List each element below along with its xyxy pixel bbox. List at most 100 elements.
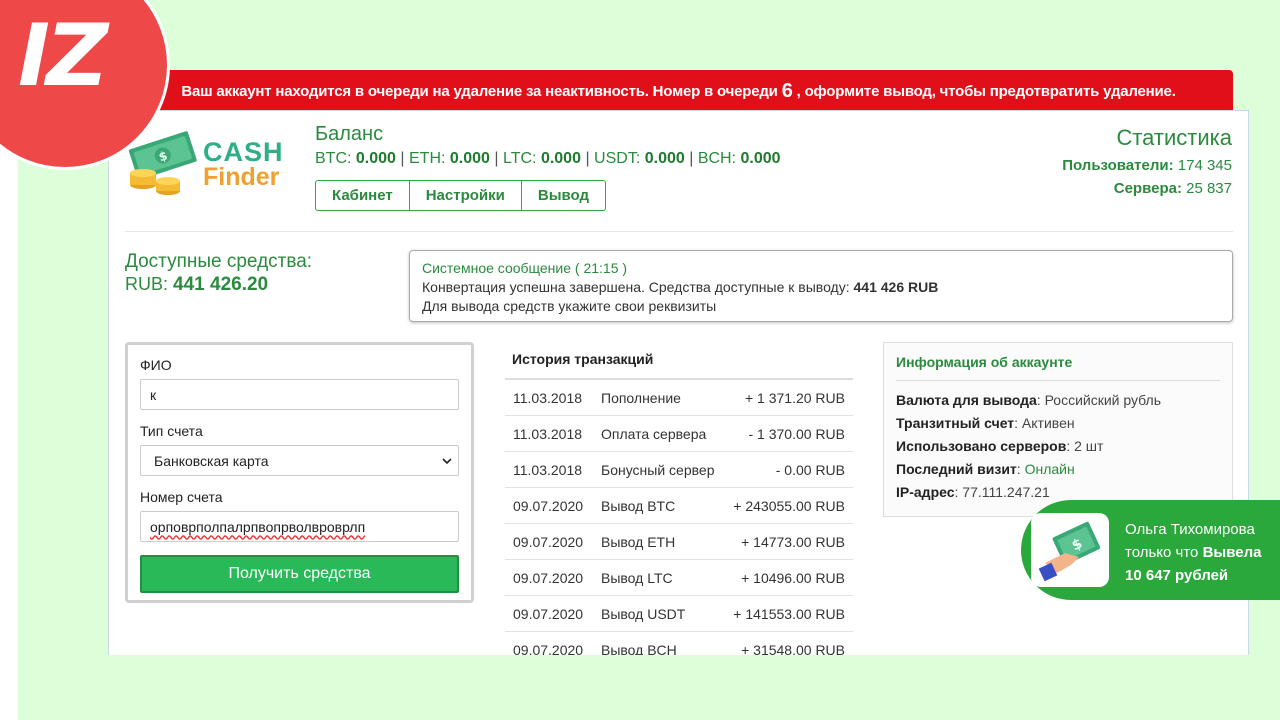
account-number-input[interactable]: орповрполпалрпвопрволвроврлп [140, 511, 459, 542]
system-message-header: Системное сообщение ( 21:15 ) [422, 259, 1220, 278]
online-status: Онлайн [1024, 461, 1075, 477]
tx-type: Оплата сервера [601, 425, 707, 442]
tx-type: Вывод BCH [601, 641, 677, 656]
ltc-value: 0.000 [540, 150, 581, 167]
account-visit-row: Последний визит: Онлайн [896, 458, 1220, 481]
tx-amount: + 10496.00 RUB [741, 569, 845, 586]
chevron-down-icon [442, 457, 452, 464]
account-servers-value: : 2 шт [1066, 438, 1104, 454]
eth-value: 0.000 [449, 150, 490, 167]
table-row: 09.07.2020 Вывод ETH + 14773.00 RUB [505, 524, 853, 560]
ltc-label: LTC: [503, 150, 541, 167]
account-currency-value: : Российский рубль [1036, 392, 1162, 408]
statistics-title: Статистика [1116, 125, 1232, 150]
users-count: 174 345 [1177, 157, 1232, 174]
system-message-title: Системное сообщение [422, 260, 572, 276]
available-funds-label: Доступные средства: [125, 251, 313, 272]
btc-value: 0.000 [355, 150, 396, 167]
notification-name: Ольга Тихомирова [1125, 521, 1255, 538]
btc-label: BTC: [315, 150, 356, 167]
withdraw-button[interactable]: Вывод [522, 181, 605, 210]
tx-amount: + 14773.00 RUB [741, 533, 845, 550]
tx-date: 09.07.2020 [513, 533, 584, 550]
withdrawal-notification[interactable]: $ Ольга Тихомирова только что Вывела 10 … [1021, 500, 1280, 600]
tx-date: 09.07.2020 [513, 497, 584, 514]
cash-finder-logo[interactable]: $ CASH Finder [127, 129, 287, 204]
users-label: Пользователи: [1062, 157, 1174, 174]
alert-text-before: Ваш аккаунт находится в очереди на удале… [181, 82, 778, 100]
header-divider [125, 231, 1233, 232]
statistics-section: Статистика Пользователи: 174 345 Сервера… [1062, 125, 1232, 197]
tx-date: 09.07.2020 [513, 605, 584, 622]
system-message-time: ( 21:15 ) [574, 260, 628, 276]
crypto-balances: BTC: 0.000 | ETH: 0.000 | LTC: 0.000 | U… [315, 150, 781, 167]
available-funds: Доступные средства: RUB: 441 426.20 [125, 251, 312, 296]
table-row: 09.07.2020 Вывод BCH + 31548.00 RUB [505, 632, 853, 656]
tx-type: Вывод ETH [601, 533, 676, 550]
system-message-amount: 441 426 RUB [853, 279, 939, 295]
eth-label: ETH: [409, 150, 450, 167]
account-servers-row: Использовано серверов: 2 шт [896, 435, 1220, 458]
system-message-line2: Для вывода средств укажите свои реквизит… [422, 298, 717, 314]
account-number-value: орповрполпалрпвопрволвроврлп [150, 518, 366, 535]
notification-prefix: только что [1125, 544, 1203, 561]
tx-date: 11.03.2018 [513, 461, 583, 478]
funds-currency: RUB: [125, 274, 169, 294]
balance-title: Баланс [315, 123, 384, 145]
tx-date: 09.07.2020 [513, 641, 584, 656]
account-currency-row: Валюта для вывода: Российский рубль [896, 389, 1220, 412]
balance-section: Баланс BTC: 0.000 | ETH: 0.000 | LTC: 0.… [315, 123, 781, 168]
bch-value: 0.000 [740, 150, 781, 167]
funds-amount: 441 426.20 [173, 274, 269, 295]
transaction-history: История транзакций 11.03.2018 Пополнение +… [505, 342, 853, 655]
account-type-value: Банковская карта [154, 452, 269, 469]
money-icon: $ [1038, 521, 1101, 582]
name-input[interactable]: к [140, 379, 459, 410]
account-transit-row: Транзитный счет: Активен [896, 412, 1220, 435]
available-funds-value-row: RUB: 441 426.20 [125, 274, 312, 296]
servers-label: Сервера: [1113, 180, 1182, 197]
tx-amount: + 141553.00 RUB [733, 605, 845, 622]
account-visit-sep: : [1016, 461, 1025, 477]
servers-stat: Сервера: 25 837 [1062, 180, 1232, 197]
money-icon: $ [128, 131, 197, 195]
get-funds-button[interactable]: Получить средства [140, 555, 459, 593]
transaction-history-title: История транзакций [505, 342, 853, 380]
cabinet-button[interactable]: Кабинет [316, 181, 410, 210]
iz-logo-text: IZ [18, 6, 108, 106]
tx-date: 11.03.2018 [513, 389, 583, 406]
table-row: 11.03.2018 Пополнение + 1 371.20 RUB [505, 380, 853, 416]
table-row: 09.07.2020 Вывод LTC + 10496.00 RUB [505, 560, 853, 596]
account-number-label: Номер счета [140, 489, 223, 505]
notification-icon-box: $ [1031, 513, 1109, 587]
tx-amount: - 0.00 RUB [775, 461, 845, 478]
nav-button-group: Кабинет Настройки Вывод [315, 180, 607, 211]
account-ip-label: IP-адрес [896, 484, 955, 500]
logo-word-finder: Finder [203, 163, 280, 191]
tx-type: Вывод USDT [601, 605, 686, 622]
tx-amount: - 1 370.00 RUB [748, 425, 846, 442]
notification-amount: 10 647 рублей [1125, 564, 1261, 587]
notification-action: Вывела [1202, 544, 1262, 561]
table-row: 11.03.2018 Оплата сервера - 1 370.00 RUB [505, 416, 853, 452]
account-type-label: Тип счета [140, 423, 203, 439]
alert-text-after: , оформите вывод, чтобы предотвратить уд… [796, 82, 1176, 100]
deletion-alert-banner: Ваш аккаунт находится в очереди на удале… [124, 70, 1233, 112]
tx-type: Вывод LTC [601, 569, 673, 586]
queue-number: 6 [781, 79, 793, 102]
account-info-title: Информация об аккаунте [896, 354, 1220, 381]
servers-count: 25 837 [1186, 180, 1232, 197]
account-type-select[interactable]: Банковская карта [140, 445, 459, 476]
system-message-box: Системное сообщение ( 21:15 ) Конвертаци… [409, 250, 1233, 322]
name-label: ФИО [140, 357, 172, 373]
withdraw-form: ФИО к Тип счета Банковская карта Номер с… [125, 342, 474, 603]
table-row: 11.03.2018 Бонусный сервер - 0.00 RUB [505, 452, 853, 488]
system-message-text: Конвертация успешна завершена. Средства … [422, 279, 850, 295]
usdt-value: 0.000 [644, 150, 685, 167]
tx-amount: + 243055.00 RUB [733, 497, 845, 514]
tx-amount: + 1 371.20 RUB [744, 389, 845, 406]
settings-button[interactable]: Настройки [410, 181, 522, 210]
account-info-panel: Информация об аккаунте Валюта для вывода… [883, 342, 1233, 517]
account-currency-label: Валюта для вывода [896, 392, 1037, 408]
account-visit-label: Последний визит [896, 461, 1017, 477]
